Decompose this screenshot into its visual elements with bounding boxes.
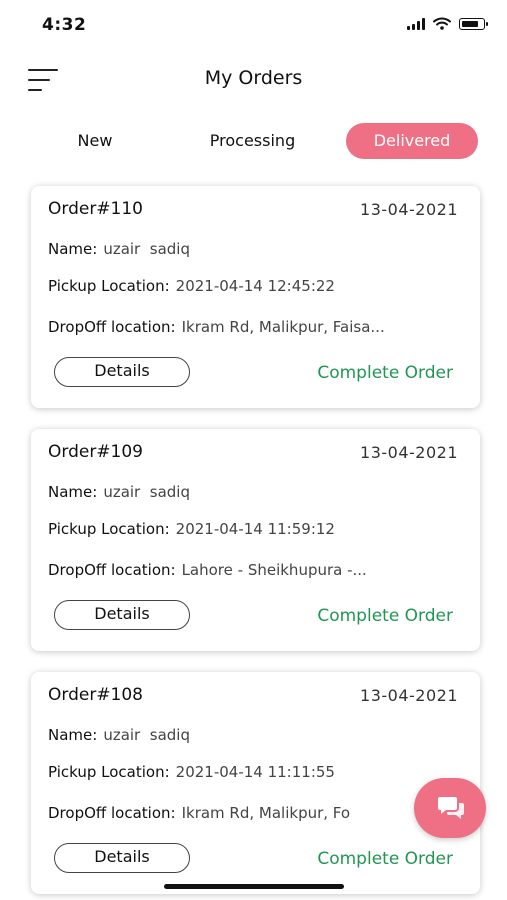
order-card: Order#110 13-04-2021 Name: uzair sadiq Pi…	[31, 186, 480, 408]
dropoff-value: Ikram Rd, Malikpur, Fo	[181, 804, 351, 822]
header: My Orders	[0, 55, 507, 105]
page-title: My Orders	[204, 67, 303, 89]
customer-name: uzair sadiq	[103, 483, 190, 501]
chat-icon	[438, 797, 464, 819]
name-label: Name:	[48, 483, 98, 501]
tab-new[interactable]: New	[60, 123, 130, 159]
customer-name-row: Name: uzair sadiq	[48, 726, 190, 744]
pickup-row: Pickup Location: 2021-04-14 12:45:22	[48, 277, 335, 295]
dropoff-value: Ikram Rd, Malikpur, Faisa...	[181, 318, 385, 336]
order-tabs: New Processing Delivered	[0, 121, 507, 161]
details-button[interactable]: Details	[54, 600, 190, 630]
wifi-icon	[433, 17, 451, 30]
dropoff-row: DropOff location: Ikram Rd, Malikpur, Fo	[48, 804, 428, 822]
order-date: 13-04-2021	[360, 200, 458, 219]
order-number: Order#108	[48, 685, 144, 705]
pickup-row: Pickup Location: 2021-04-14 11:11:55	[48, 763, 335, 781]
pickup-value: 2021-04-14 11:11:55	[175, 763, 335, 781]
status-icons	[407, 17, 488, 30]
tab-delivered[interactable]: Delivered	[346, 123, 478, 159]
order-card: Order#108 13-04-2021 Name: uzair sadiq Pi…	[31, 672, 480, 894]
details-button[interactable]: Details	[54, 357, 190, 387]
dropoff-row: DropOff location: Ikram Rd, Malikpur, Fai…	[48, 318, 428, 336]
details-button[interactable]: Details	[54, 843, 190, 873]
dropoff-value: Lahore - Sheikhupura -...	[181, 561, 367, 579]
battery-icon	[459, 17, 488, 30]
order-card: Order#109 13-04-2021 Name: uzair sadiq Pi…	[31, 429, 480, 651]
status-time: 4:32	[42, 15, 87, 35]
customer-name-row: Name: uzair sadiq	[48, 240, 190, 258]
pickup-row: Pickup Location: 2021-04-14 11:59:12	[48, 520, 335, 538]
pickup-value: 2021-04-14 12:45:22	[175, 277, 335, 295]
status-bar: 4:32	[0, 0, 507, 50]
complete-order-button[interactable]: Complete Order	[317, 363, 453, 383]
complete-order-button[interactable]: Complete Order	[317, 849, 453, 869]
order-number: Order#110	[48, 199, 144, 219]
dropoff-label: DropOff location:	[48, 561, 176, 579]
dropoff-label: DropOff location:	[48, 804, 176, 822]
customer-name: uzair sadiq	[103, 726, 190, 744]
customer-name: uzair sadiq	[103, 240, 190, 258]
chat-button[interactable]	[414, 778, 486, 838]
order-number: Order#109	[48, 442, 144, 462]
tab-processing[interactable]: Processing	[190, 123, 315, 159]
customer-name-row: Name: uzair sadiq	[48, 483, 190, 501]
order-date: 13-04-2021	[360, 443, 458, 462]
pickup-value: 2021-04-14 11:59:12	[175, 520, 335, 538]
pickup-label: Pickup Location:	[48, 520, 170, 538]
order-date: 13-04-2021	[360, 686, 458, 705]
home-indicator	[164, 884, 344, 889]
name-label: Name:	[48, 240, 98, 258]
complete-order-button[interactable]: Complete Order	[317, 606, 453, 626]
pickup-label: Pickup Location:	[48, 277, 170, 295]
name-label: Name:	[48, 726, 98, 744]
signal-icon	[407, 17, 425, 30]
pickup-label: Pickup Location:	[48, 763, 170, 781]
dropoff-row: DropOff location: Lahore - Sheikhupura -.…	[48, 561, 428, 579]
dropoff-label: DropOff location:	[48, 318, 176, 336]
